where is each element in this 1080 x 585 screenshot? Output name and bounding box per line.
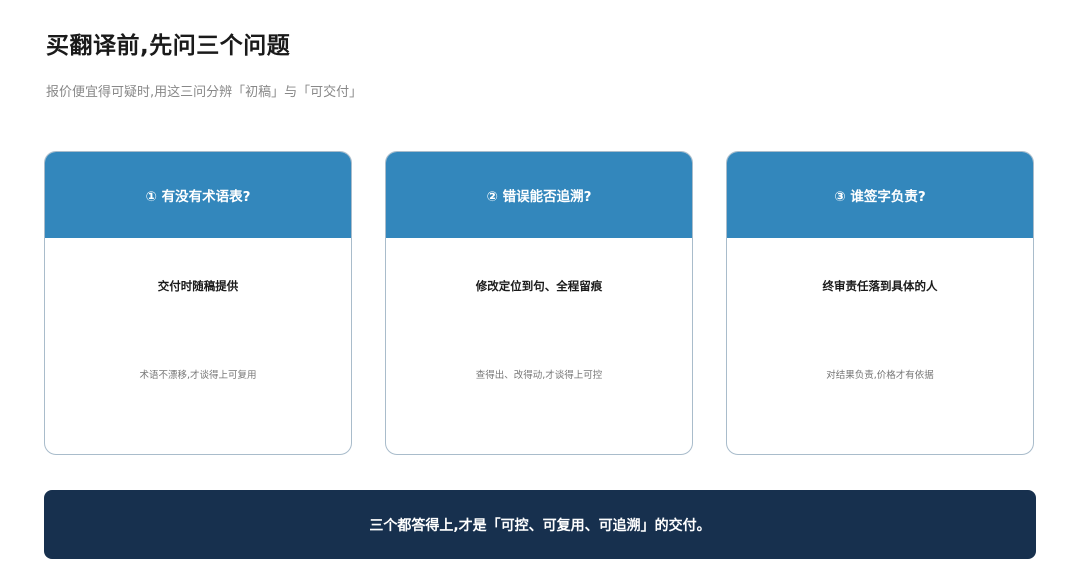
question-card-traceability: ② 错误能否追溯? 修改定位到句、全程留痕 查得出、改得动,才谈得上可控 <box>385 151 693 455</box>
card-heading: ① 有没有术语表? <box>145 189 251 205</box>
question-cards: ① 有没有术语表? 交付时随稿提供 术语不漂移,才谈得上可复用 ② 错误能否追溯… <box>44 151 1036 457</box>
card-header: ① 有没有术语表? <box>45 152 351 238</box>
card-header: ② 错误能否追溯? <box>386 152 692 238</box>
card-note: 术语不漂移,才谈得上可复用 <box>139 370 257 381</box>
card-body: 终审责任落到具体的人 对结果负责,价格才有依据 <box>727 238 1033 454</box>
card-note: 对结果负责,价格才有依据 <box>826 370 934 381</box>
conclusion-text: 三个都答得上,才是「可控、可复用、可追溯」的交付。 <box>369 517 711 534</box>
card-answer: 交付时随稿提供 <box>157 279 239 293</box>
card-note: 查得出、改得动,才谈得上可控 <box>475 370 603 381</box>
page-subtitle: 报价便宜得可疑时,用这三问分辨「初稿」与「可交付」 <box>46 85 363 100</box>
card-answer: 终审责任落到具体的人 <box>822 279 938 293</box>
page-title: 买翻译前,先问三个问题 <box>46 33 291 59</box>
card-heading: ② 错误能否追溯? <box>486 189 592 205</box>
card-body: 修改定位到句、全程留痕 查得出、改得动,才谈得上可控 <box>386 238 692 454</box>
card-body: 交付时随稿提供 术语不漂移,才谈得上可复用 <box>45 238 351 454</box>
card-answer: 修改定位到句、全程留痕 <box>475 279 603 293</box>
question-card-responsibility: ③ 谁签字负责? 终审责任落到具体的人 对结果负责,价格才有依据 <box>726 151 1034 455</box>
card-header: ③ 谁签字负责? <box>727 152 1033 238</box>
card-heading: ③ 谁签字负责? <box>834 189 926 205</box>
question-card-terminology: ① 有没有术语表? 交付时随稿提供 术语不漂移,才谈得上可复用 <box>44 151 352 455</box>
conclusion-banner: 三个都答得上,才是「可控、可复用、可追溯」的交付。 <box>44 490 1036 559</box>
